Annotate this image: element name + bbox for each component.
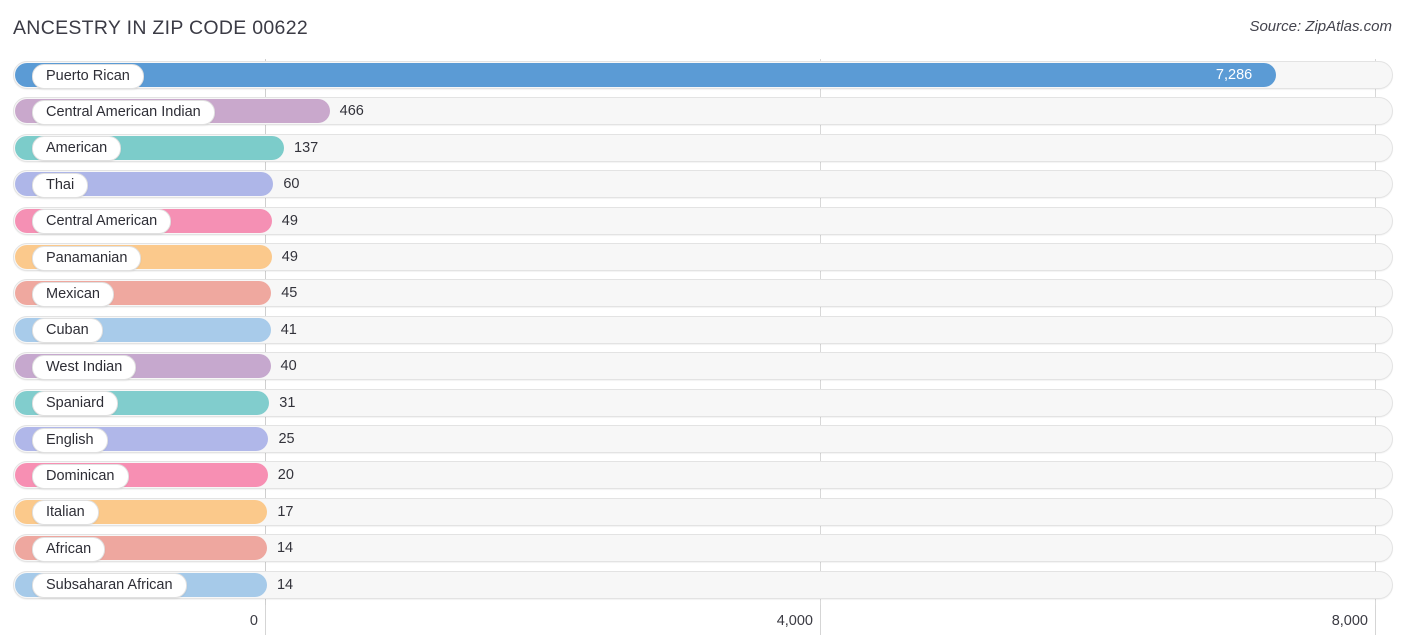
axis-tickmark	[265, 605, 266, 635]
chart-row[interactable]: Cuban 41	[0, 314, 1406, 350]
bar-value-label: 41	[280, 321, 297, 338]
bar-category-label: African	[32, 536, 106, 562]
chart-header: ANCESTRY IN ZIP CODE 00622 Source: ZipAt…	[0, 0, 1406, 56]
bar-value-label: 49	[281, 249, 298, 265]
axis-tickmark	[1375, 605, 1376, 635]
bar-value-label: 17	[277, 503, 294, 520]
axis-tickmark	[820, 605, 821, 635]
bar-value-label: 31	[279, 394, 296, 411]
bar-value-label: 137	[294, 139, 319, 156]
source-attribution: Source: ZipAtlas.com	[1249, 18, 1392, 35]
bar-category-label: Cuban	[32, 318, 103, 344]
chart-row[interactable]: Central American Indian 466	[0, 95, 1406, 131]
bar-value-label: 14	[276, 576, 294, 593]
bar-category-label: Italian	[32, 500, 99, 526]
bar-category-label: Panamanian	[32, 245, 142, 271]
bar-value-label: 40	[280, 358, 297, 375]
bar-category-label: Subsaharan African	[32, 573, 187, 599]
bar-value-label: 7,286	[1215, 67, 1253, 83]
bar-category-label: Central American Indian	[32, 99, 215, 125]
chart-row[interactable]: Subsaharan African 14	[0, 569, 1406, 605]
bar-value-label: 60	[283, 176, 300, 193]
bar-category-label: Spaniard	[32, 391, 119, 417]
bar-category-label: American	[32, 136, 122, 162]
bar-value-label: 466	[339, 103, 364, 120]
chart-row[interactable]: African 14	[0, 532, 1406, 568]
axis-tick-label: 4,000	[776, 613, 813, 629]
chart-row[interactable]: Mexican 45	[0, 277, 1406, 313]
chart-plot-area: Puerto Rican 7,286 Central American Indian…	[0, 59, 1406, 605]
axis-tick-label: 8,000	[1331, 613, 1368, 629]
bar-category-label: Mexican	[32, 281, 114, 307]
bar-category-label: Dominican	[32, 463, 129, 489]
bar[interactable]	[15, 63, 1276, 87]
page-title: ANCESTRY IN ZIP CODE 00622	[13, 17, 308, 39]
chart-row[interactable]: Central American 49	[0, 205, 1406, 241]
chart-row[interactable]: Dominican 20	[0, 459, 1406, 495]
bar-value-label: 49	[281, 212, 298, 229]
bar-value-label: 14	[276, 540, 294, 557]
x-axis: 0 4,000 8,000	[0, 605, 1406, 644]
bar-value-label: 20	[277, 467, 294, 484]
bar-category-label: Thai	[32, 172, 89, 198]
chart-row[interactable]: English 25	[0, 423, 1406, 459]
bar-category-label: Puerto Rican	[32, 63, 144, 89]
chart-row[interactable]: Spaniard 31	[0, 387, 1406, 423]
chart-row[interactable]: American 137	[0, 132, 1406, 168]
chart-row[interactable]: Puerto Rican 7,286	[0, 59, 1406, 95]
chart-row[interactable]: Italian 17	[0, 496, 1406, 532]
bar-category-label: Central American	[32, 209, 172, 235]
axis-tick-label: 0	[249, 613, 258, 629]
chart-row[interactable]: West Indian 40	[0, 350, 1406, 386]
chart-row[interactable]: Thai 60	[0, 168, 1406, 204]
bar-category-label: West Indian	[32, 354, 137, 380]
bar-category-label: English	[32, 427, 108, 453]
bar-value-label: 45	[281, 285, 298, 302]
chart-row[interactable]: Panamanian 49	[0, 241, 1406, 277]
bar-value-label: 25	[278, 431, 295, 447]
